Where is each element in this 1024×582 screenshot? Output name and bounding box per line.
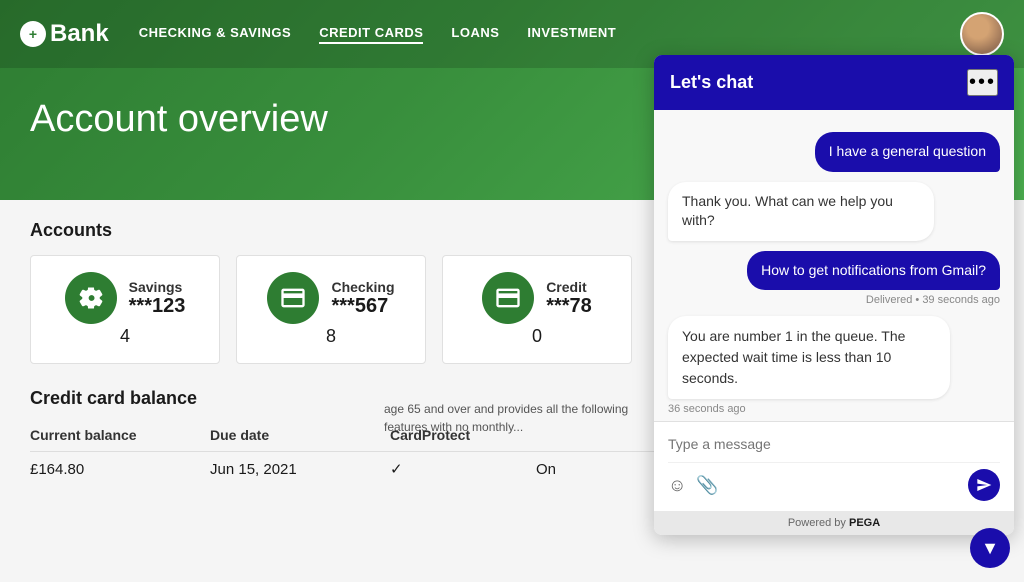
user-avatar[interactable] bbox=[960, 12, 1004, 56]
chat-widget: Let's chat ••• I have a general question… bbox=[654, 55, 1014, 535]
msg-bot-1: Thank you. What can we help you with? bbox=[668, 182, 934, 241]
chat-footer: Powered by PEGA bbox=[654, 511, 1014, 535]
checking-suffix: 8 bbox=[326, 326, 336, 347]
pega-brand: PEGA bbox=[849, 517, 880, 529]
savings-card[interactable]: Savings ***123 4 bbox=[30, 255, 220, 364]
nav-investment[interactable]: INVESTMENT bbox=[527, 25, 616, 44]
due-date-value: Jun 15, 2021 bbox=[210, 461, 350, 478]
send-button[interactable] bbox=[968, 469, 1000, 501]
credit-icon bbox=[482, 272, 534, 324]
chat-header: Let's chat ••• bbox=[654, 55, 1014, 110]
queue-timestamp: 36 seconds ago bbox=[668, 403, 746, 415]
checking-card[interactable]: Checking ***567 8 bbox=[236, 255, 426, 364]
credit-card[interactable]: Credit ***78 0 bbox=[442, 255, 632, 364]
logo[interactable]: + Bank bbox=[20, 20, 109, 48]
msg-user-2: How to get notifications from Gmail? bbox=[747, 251, 1000, 291]
partial-background-text: age 65 and over and provides all the fol… bbox=[384, 400, 654, 480]
credit-number: ***78 bbox=[546, 295, 592, 318]
nav-credit-cards[interactable]: CREDIT CARDS bbox=[319, 25, 423, 44]
savings-label: Savings bbox=[129, 279, 186, 295]
chat-messages: I have a general question Thank you. Wha… bbox=[654, 110, 1014, 421]
savings-number: ***123 bbox=[129, 295, 186, 318]
chat-message-input[interactable] bbox=[668, 432, 1000, 456]
credit-label: Credit bbox=[546, 279, 592, 295]
logo-text: Bank bbox=[50, 20, 109, 48]
msg-user-1: I have a general question bbox=[815, 132, 1000, 172]
chat-fab-icon: ▼ bbox=[981, 538, 999, 559]
checking-number: ***567 bbox=[331, 295, 394, 318]
savings-icon bbox=[65, 272, 117, 324]
chat-title: Let's chat bbox=[670, 72, 753, 93]
credit-suffix: 0 bbox=[532, 326, 542, 347]
powered-by-text: Powered by bbox=[788, 517, 849, 529]
checking-label: Checking bbox=[331, 279, 394, 295]
msg-queue: You are number 1 in the queue. The expec… bbox=[668, 316, 950, 399]
chat-actions: ☺ 📎 bbox=[668, 462, 1000, 501]
logo-icon: + bbox=[20, 21, 46, 47]
chat-fab-button[interactable]: ▼ bbox=[970, 528, 1010, 568]
col-due-date: Due date bbox=[210, 427, 350, 443]
balance-value: £164.80 bbox=[30, 461, 170, 478]
savings-suffix: 4 bbox=[120, 326, 130, 347]
nav-loans[interactable]: LOANS bbox=[451, 25, 499, 44]
attach-button[interactable]: 📎 bbox=[696, 475, 718, 496]
chat-input-area: ☺ 📎 bbox=[654, 421, 1014, 511]
chat-menu-button[interactable]: ••• bbox=[967, 69, 998, 96]
nav-checking-savings[interactable]: CHECKING & SAVINGS bbox=[139, 25, 292, 44]
delivered-timestamp: Delivered • 39 seconds ago bbox=[866, 294, 1000, 306]
col-current-balance: Current balance bbox=[30, 427, 170, 443]
checking-icon bbox=[267, 272, 319, 324]
nav-links: CHECKING & SAVINGS CREDIT CARDS LOANS IN… bbox=[139, 25, 930, 44]
emoji-button[interactable]: ☺ bbox=[668, 475, 686, 496]
